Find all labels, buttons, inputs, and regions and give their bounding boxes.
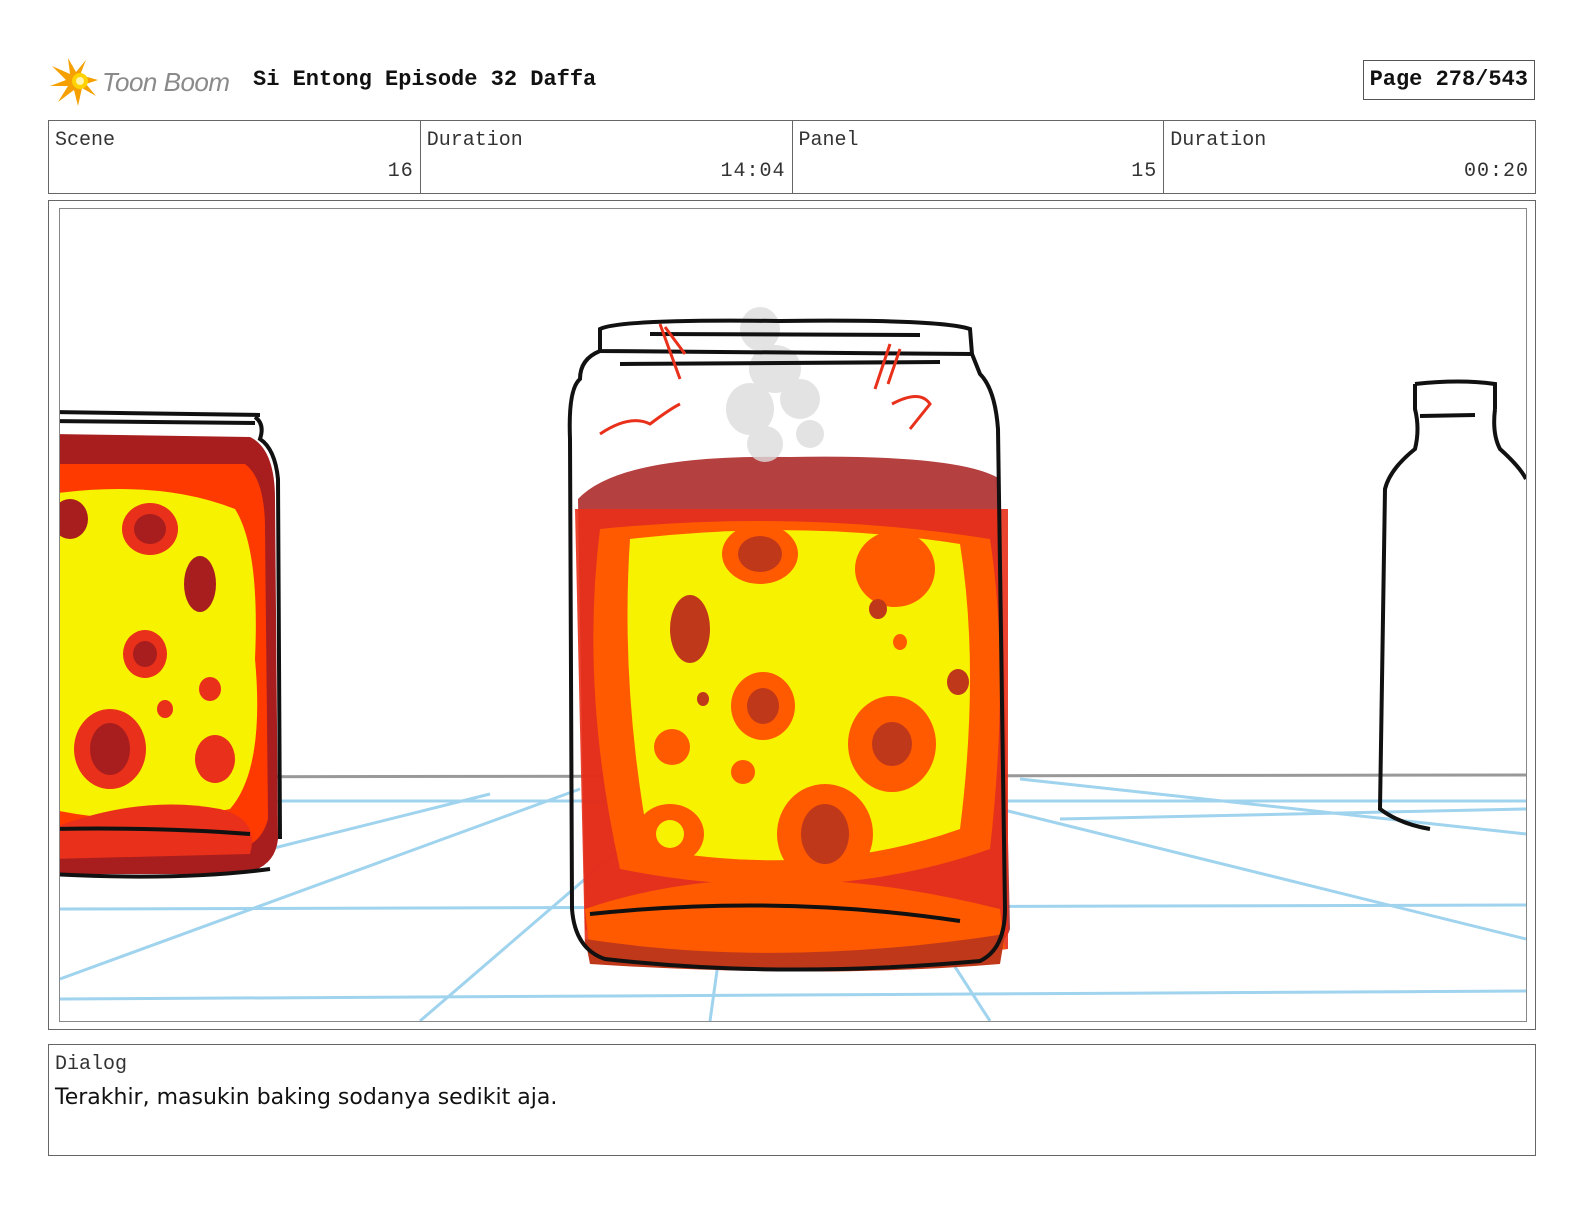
dialog-box: Dialog Terakhir, masukin baking sodanya … [48, 1044, 1536, 1156]
scene-duration-label: Duration [426, 129, 523, 152]
scene-duration-value: 14:04 [720, 160, 786, 183]
panel-value: 15 [1131, 160, 1158, 183]
logo-wordmark: Toon Boom [102, 67, 230, 97]
toon-boom-logo: Toon Boom [50, 56, 240, 106]
steam [726, 307, 824, 462]
scene-label: Scene [55, 129, 116, 152]
panel-cell: Panel 15 [791, 121, 1164, 193]
storyboard-panel-image [59, 208, 1527, 1022]
panel-duration-value: 00:20 [1463, 160, 1529, 183]
scene-cell: Scene 16 [49, 121, 420, 193]
panel-frame [48, 200, 1536, 1030]
scene-value: 16 [387, 160, 414, 183]
toon-boom-starburst-icon [50, 58, 98, 106]
right-bottle [1377, 379, 1526, 831]
panel-duration-label: Duration [1170, 129, 1267, 152]
dialog-label: Dialog [55, 1053, 128, 1076]
project-title: Si Entong Episode 32 Daffa [253, 67, 597, 92]
page-number: Page 278/543 [1362, 60, 1535, 100]
page-header: Toon Boom Si Entong Episode 32 Daffa Pag… [50, 52, 1535, 108]
center-jar [567, 307, 1010, 972]
left-jar [60, 410, 282, 879]
panel-illustration [60, 307, 1526, 1021]
panel-duration-cell: Duration 00:20 [1163, 121, 1535, 193]
scene-duration-cell: Duration 14:04 [419, 121, 792, 193]
storyboard-info-row: Scene 16 Duration 14:04 Panel 15 Duratio… [48, 120, 1536, 194]
dialog-text: Terakhir, masukin baking sodanya sedikit… [55, 1085, 558, 1110]
panel-label: Panel [798, 129, 859, 152]
